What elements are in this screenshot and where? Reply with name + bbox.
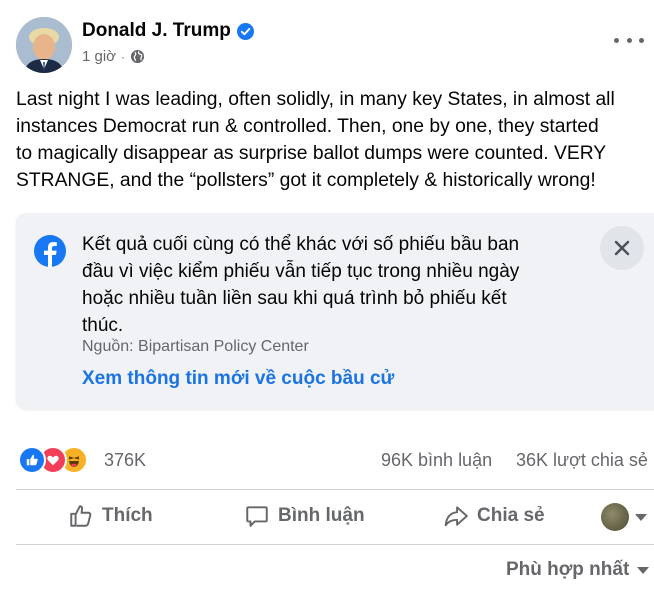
- post-time[interactable]: 1 giờ: [82, 48, 116, 65]
- like-reaction-icon: [18, 446, 46, 474]
- more-dot: [614, 37, 619, 43]
- card-source: Nguồn: Bipartisan Policy Center: [82, 338, 309, 355]
- election-info-card: Kết quả cuối cùng có thể khác với số phi…: [16, 213, 654, 409]
- divider: [16, 489, 654, 490]
- chevron-down-icon: [635, 513, 647, 521]
- card-text-line: hoặc nhiều tuần liền sau khi quá trình b…: [82, 288, 507, 309]
- comment-icon: [246, 506, 268, 527]
- share-label: Chia sẻ: [477, 505, 545, 526]
- more-dot: [639, 37, 644, 43]
- comment-button[interactable]: Bình luận: [244, 503, 365, 529]
- reaction-count[interactable]: 376K: [104, 450, 146, 471]
- post-text-line: to magically disappear as surprise ballo…: [16, 143, 607, 164]
- close-icon: [614, 240, 630, 256]
- card-text: Kết quả cuối cùng có thể khác với số phi…: [82, 231, 519, 339]
- more-dot: [626, 37, 632, 43]
- divider: [16, 544, 654, 545]
- post-text-line: instances Democrat run & controlled. The…: [16, 116, 599, 137]
- comment-count[interactable]: 96K bình luận: [381, 450, 492, 471]
- share-arrow-icon: [444, 506, 468, 527]
- sort-label: Phù hợp nhất: [506, 559, 630, 580]
- card-text-line: Kết quả cuối cùng có thể khác với số phi…: [82, 234, 520, 255]
- facebook-logo-icon: [34, 235, 66, 267]
- close-card-button[interactable]: [600, 226, 644, 270]
- election-info-link[interactable]: Xem thông tin mới về cuộc bầu cử: [82, 368, 394, 390]
- reaction-icons[interactable]: [18, 446, 88, 474]
- thumbs-up-icon: [70, 505, 92, 527]
- post-text-line: STRANGE, and the “pollsters” got it comp…: [16, 170, 596, 191]
- viewer-avatar: [601, 503, 629, 531]
- like-button[interactable]: Thích: [68, 503, 153, 529]
- post-text: Last night I was leading, often solidly,…: [16, 86, 654, 194]
- post-meta: 1 giờ ·: [82, 48, 145, 65]
- author-name-row: Donald J. Trump: [82, 20, 254, 42]
- author-name[interactable]: Donald J. Trump: [82, 20, 231, 42]
- share-button[interactable]: Chia sẻ: [443, 503, 545, 529]
- share-count[interactable]: 36K lượt chia sẻ: [516, 450, 648, 471]
- post-text-line: Last night I was leading, often solidly,…: [16, 89, 615, 110]
- more-options-icon[interactable]: [614, 30, 644, 50]
- profile-switcher[interactable]: [601, 503, 647, 531]
- card-text-line: đầu vì việc kiểm phiếu vẫn tiếp tục tron…: [82, 261, 520, 282]
- meta-separator: ·: [121, 49, 126, 64]
- globe-icon: [130, 49, 145, 64]
- verified-badge-icon: [236, 22, 254, 40]
- like-label: Thích: [102, 505, 153, 526]
- chevron-down-icon: [637, 566, 650, 574]
- card-text-line: thúc.: [82, 315, 124, 336]
- comment-label: Bình luận: [278, 505, 365, 526]
- comment-sort-dropdown[interactable]: Phù hợp nhất: [506, 559, 650, 581]
- author-avatar[interactable]: [16, 17, 72, 73]
- author-photo-icon: [16, 17, 72, 73]
